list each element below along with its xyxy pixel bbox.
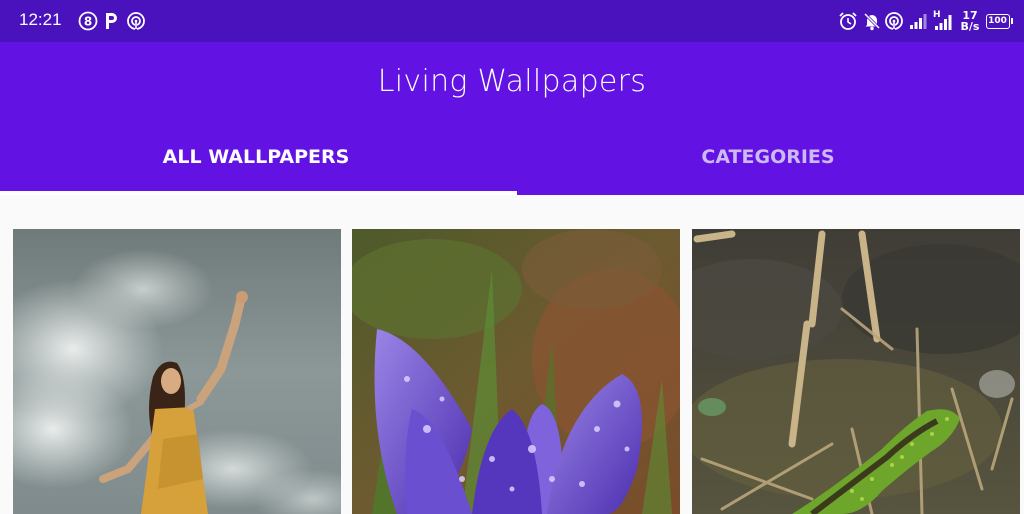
battery-icon: 100	[985, 11, 1013, 31]
app-bar: Living Wallpapers ALL WALLPAPERS CATEGOR…	[0, 42, 1024, 195]
network-speed: 17 B/s	[958, 7, 982, 35]
hotspot-icon	[126, 11, 146, 31]
wallpaper-image-woman	[13, 229, 341, 514]
status-bar: 12:21 8 H 17 B/s 100	[0, 0, 1024, 42]
wallpaper-grid[interactable]	[0, 195, 1024, 514]
eight-badge-icon: 8	[78, 11, 98, 31]
wallpaper-image-lizard	[692, 229, 1020, 514]
tab-all-wallpapers[interactable]: ALL WALLPAPERS	[0, 137, 512, 177]
battery-level: 100	[985, 13, 1010, 29]
svg-text:H: H	[933, 10, 941, 20]
wallpaper-card-woman[interactable]	[13, 229, 341, 514]
tab-categories[interactable]: CATEGORIES	[512, 137, 1024, 177]
wallpaper-card-lizard[interactable]	[692, 229, 1020, 514]
signal-icon	[908, 11, 928, 31]
wallpaper-image-crocus	[352, 229, 680, 514]
page-title: Living Wallpapers	[377, 64, 647, 99]
notifications-off-icon	[862, 11, 882, 31]
alarm-icon	[838, 11, 858, 31]
svg-text:8: 8	[84, 15, 92, 29]
paytm-p-icon	[103, 11, 119, 31]
status-time: 12:21	[19, 10, 62, 29]
hotspot-icon-right	[884, 11, 904, 31]
wallpaper-card-crocus[interactable]	[352, 229, 680, 514]
signal-h-icon: H	[932, 8, 954, 32]
network-speed-unit: B/s	[960, 20, 980, 33]
